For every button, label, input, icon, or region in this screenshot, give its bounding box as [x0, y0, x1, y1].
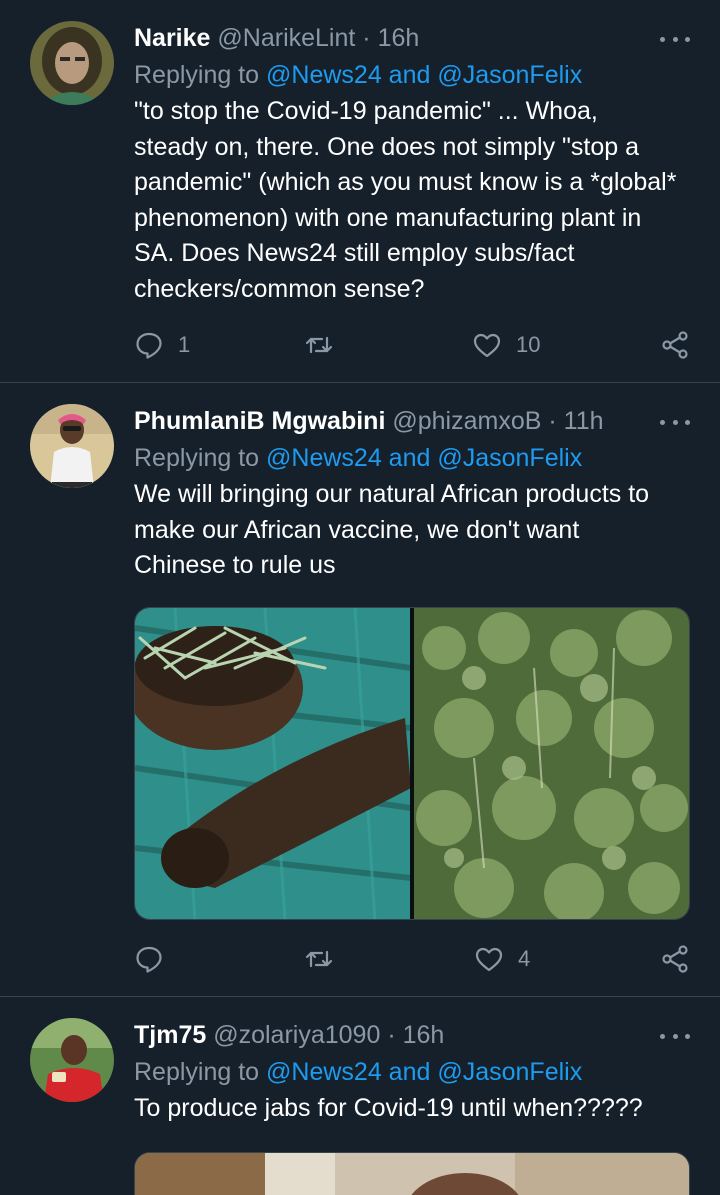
- tweet-header: Tjm75 @zolariya1090 · 16h: [134, 1017, 690, 1053]
- replying-to-mentions[interactable]: @News24 and @JasonFelix: [266, 61, 582, 89]
- replying-to: Replying to @News24 and @JasonFelix: [134, 440, 690, 476]
- retweet-button[interactable]: [304, 942, 348, 976]
- display-name[interactable]: Narike: [134, 24, 210, 52]
- media-image-mortar[interactable]: [135, 608, 410, 919]
- like-count: 10: [516, 332, 541, 357]
- separator-dot: ·: [548, 407, 557, 435]
- heart-icon: [475, 947, 503, 972]
- like-button[interactable]: 10: [472, 328, 540, 362]
- tweet-text-line: We will bringing our natural African pro…: [134, 480, 650, 508]
- tweet-text: To produce jabs for Covid-19 until when?…: [134, 1091, 690, 1127]
- tweet-text-line: To produce jabs for Covid-19 until when?…: [134, 1094, 643, 1122]
- like-count: 4: [518, 946, 531, 971]
- display-name[interactable]: PhumlaniB Mgwabini: [134, 407, 385, 435]
- tweet-text: We will bringing our natural African pro…: [134, 477, 690, 584]
- replying-to-label: Replying to: [134, 61, 260, 89]
- tweet-text-line: phenomenon) with one manufacturing plant…: [134, 203, 642, 232]
- tweet[interactable]: PhumlaniB Mgwabini @phizamxoB · 11h Repl…: [0, 383, 720, 996]
- user-handle[interactable]: @NarikeLint: [217, 24, 355, 52]
- avatar[interactable]: [30, 404, 114, 488]
- tweet-text: "to stop the Covid-19 pandemic" ... Whoa…: [134, 94, 690, 307]
- tweet-text-line: SA. Does News24 still employ subs/fact: [134, 239, 575, 267]
- user-handle[interactable]: @phizamxoB: [392, 407, 541, 435]
- replying-to-mentions[interactable]: @News24 and @JasonFelix: [266, 1058, 582, 1086]
- tweet-media[interactable]: [134, 1152, 690, 1195]
- tweet-header: Narike @NarikeLint · 16h: [134, 20, 690, 56]
- avatar[interactable]: [30, 1018, 114, 1102]
- replying-to-mentions[interactable]: @News24 and @JasonFelix: [266, 444, 582, 472]
- tweet-text-line: steady on, there. One does not simply "s…: [134, 132, 639, 161]
- reply-button[interactable]: 1: [134, 328, 190, 362]
- tweet-text-line: make our African vaccine, we don't want: [134, 515, 580, 544]
- comment-bubble-icon: [136, 332, 162, 359]
- more-options-icon[interactable]: [660, 27, 690, 51]
- display-name[interactable]: Tjm75: [134, 1021, 206, 1049]
- timestamp[interactable]: 11h: [564, 407, 604, 435]
- share-button[interactable]: [660, 942, 690, 976]
- tweet[interactable]: Tjm75 @zolariya1090 · 16h Replying to @N…: [0, 997, 720, 1195]
- comment-bubble-icon: [136, 946, 162, 973]
- replying-to-label: Replying to: [134, 444, 260, 472]
- tweet-media[interactable]: [134, 607, 690, 920]
- tweet-text-line: checkers/common sense?: [134, 274, 425, 303]
- reply-button[interactable]: [134, 942, 178, 976]
- tweet-header: PhumlaniB Mgwabini @phizamxoB · 11h: [134, 403, 690, 439]
- retweet-icon: [305, 336, 333, 354]
- tweet-text-line: "to stop the Covid-19 pandemic" ... Whoa…: [134, 97, 598, 125]
- replying-to-label: Replying to: [134, 1058, 260, 1086]
- media-image-photo[interactable]: [135, 1153, 689, 1195]
- user-handle[interactable]: @zolariya1090: [213, 1021, 380, 1049]
- tweet-actions: 4: [134, 942, 690, 976]
- separator-dot: ·: [387, 1021, 396, 1049]
- share-button[interactable]: [660, 328, 690, 362]
- tweet-actions: 1 10: [134, 328, 690, 362]
- separator-dot: ·: [362, 24, 371, 52]
- timestamp[interactable]: 16h: [378, 24, 420, 52]
- share-icon: [662, 945, 688, 973]
- media-image-plant[interactable]: [413, 608, 689, 919]
- retweet-button[interactable]: [304, 328, 348, 362]
- retweet-icon: [305, 950, 333, 968]
- reply-count: 1: [178, 332, 191, 357]
- share-icon: [662, 331, 688, 359]
- avatar[interactable]: [30, 21, 114, 105]
- timestamp[interactable]: 16h: [403, 1021, 445, 1049]
- tweet-text-line: Chinese to rule us: [134, 551, 336, 579]
- tweet[interactable]: Narike @NarikeLint · 16h Replying to @Ne…: [0, 0, 720, 382]
- heart-icon: [473, 333, 501, 358]
- more-options-icon[interactable]: [660, 410, 690, 434]
- like-button[interactable]: 4: [474, 942, 530, 976]
- tweet-text-line: pandemic" (which as you must know is a *…: [134, 168, 677, 196]
- replying-to: Replying to @News24 and @JasonFelix: [134, 1054, 690, 1090]
- replying-to: Replying to @News24 and @JasonFelix: [134, 57, 690, 93]
- more-options-icon[interactable]: [660, 1024, 690, 1048]
